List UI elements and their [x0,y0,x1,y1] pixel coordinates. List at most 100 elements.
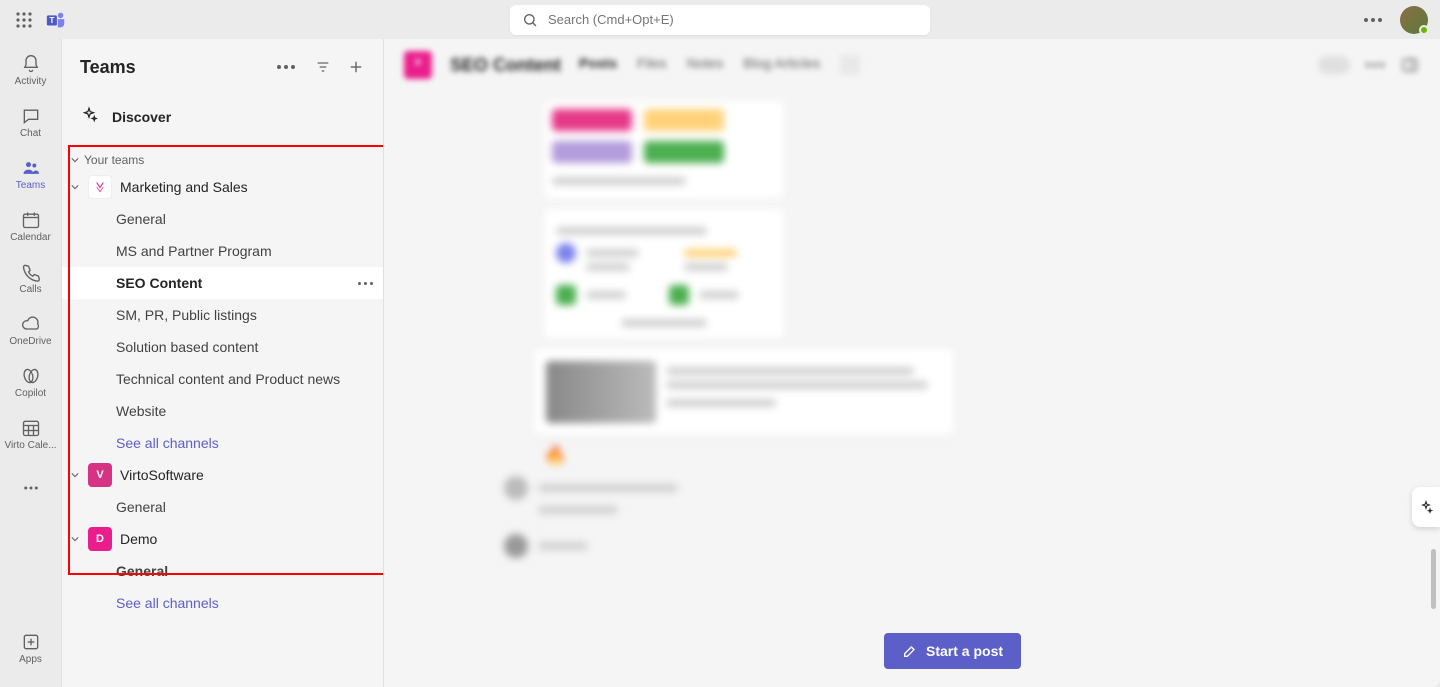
rail-copilot[interactable]: Copilot [3,357,59,407]
start-post-button[interactable]: Start a post [884,633,1021,669]
scrollbar[interactable] [1431,549,1436,609]
sparkle-icon [80,106,98,129]
app-rail: Activity Chat Teams Calendar Calls OneDr… [0,39,62,687]
channel-label: General [116,563,373,579]
create-team-icon[interactable] [347,58,365,76]
meet-toggle[interactable] [1318,56,1350,74]
svg-text:T: T [49,16,54,25]
channel-tabs: Posts Files Notes Blog Articles [579,55,860,75]
compose-icon [902,643,918,659]
more-icon [22,478,40,498]
calendar-icon [21,210,41,230]
rail-label: Calendar [10,232,51,243]
rail-label: Teams [16,180,45,191]
channel-row[interactable]: Website [62,395,383,427]
teams-tree: Your teams Marketing and Sales General MS … [62,139,383,619]
teams-panel: Teams Discover Your teams [62,39,384,687]
rail-chat[interactable]: Chat [3,97,59,147]
team-avatar [88,175,112,199]
cloud-icon [21,314,41,334]
open-pane-icon[interactable] [1400,55,1420,75]
teams-panel-title: Teams [80,57,273,78]
rail-label: Copilot [15,388,46,399]
teams-logo-icon: T [44,8,68,32]
discover-button[interactable]: Discover [62,95,383,139]
bell-icon [21,54,41,74]
channel-row[interactable]: SM, PR, Public listings [62,299,383,331]
channel-label: General [116,211,373,227]
channel-label: See all channels [116,435,373,451]
rail-label: Activity [15,76,47,87]
channel-header: SEO Content Posts Files Notes Blog Artic… [384,39,1440,91]
copilot-fab[interactable] [1412,487,1440,527]
team-name: Marketing and Sales [120,179,248,195]
rail-calls[interactable]: Calls [3,253,59,303]
channel-row[interactable]: General [62,491,383,523]
channel-row[interactable]: Solution based content [62,331,383,363]
add-tab-icon[interactable] [840,55,860,75]
chevron-down-icon [70,535,80,543]
channel-row[interactable]: MS and Partner Program [62,235,383,267]
channel-label: MS and Partner Program [116,243,373,259]
channel-row[interactable]: General [62,555,383,587]
channel-row[interactable]: SEO Content [62,267,383,299]
channel-row[interactable]: General [62,203,383,235]
channel-label: Technical content and Product news [116,371,373,387]
rail-calendar[interactable]: Calendar [3,201,59,251]
search-input[interactable] [510,5,930,35]
copilot-icon [21,366,41,386]
rail-label: OneDrive [9,336,51,347]
tab-posts[interactable]: Posts [579,55,617,75]
channel-label: SEO Content [116,275,358,291]
section-label: Your teams [84,153,144,167]
tab-files[interactable]: Files [637,55,667,75]
rail-label: Apps [19,654,42,665]
tab-notes[interactable]: Notes [687,55,724,75]
grid-calendar-icon [21,418,41,438]
team-row[interactable]: Marketing and Sales [62,171,383,203]
team-name: VirtoSoftware [120,467,204,483]
team-row[interactable]: D Demo [62,523,383,555]
rail-onedrive[interactable]: OneDrive [3,305,59,355]
rail-label: Chat [20,128,41,139]
your-teams-section[interactable]: Your teams [62,149,383,171]
team-avatar: D [88,527,112,551]
chevron-down-icon [70,156,80,164]
topbar-more-icon[interactable] [1360,14,1386,26]
team-avatar: V [88,463,112,487]
channel-label: See all channels [116,595,373,611]
rail-teams[interactable]: Teams [3,149,59,199]
top-bar: T [0,0,1440,39]
discover-label: Discover [112,109,171,125]
search-field[interactable] [548,12,918,27]
phone-icon [21,262,41,282]
see-all-channels-link[interactable]: See all channels [62,587,383,619]
see-all-channels-link[interactable]: See all channels [62,427,383,459]
channel-row[interactable]: Technical content and Product news [62,363,383,395]
channel-label: SM, PR, Public listings [116,307,373,323]
channel-label: Solution based content [116,339,373,355]
teams-more-icon[interactable] [273,61,299,73]
channel-feed-blurred: 🔥 [384,91,1440,687]
app-launcher-icon[interactable] [12,8,36,32]
user-avatar[interactable] [1400,6,1428,34]
rail-activity[interactable]: Activity [3,45,59,95]
tab-blog-articles[interactable]: Blog Articles [743,55,820,75]
people-icon [21,158,41,178]
filter-icon[interactable] [315,59,331,75]
apps-icon [21,632,41,652]
channel-more-icon[interactable] [358,282,373,285]
rail-label: Virto Cale... [4,440,56,451]
rail-virto-cale[interactable]: Virto Cale... [3,409,59,459]
channel-label: General [116,499,373,515]
rail-apps[interactable]: Apps [3,623,59,673]
presence-available-icon [1419,25,1429,35]
rail-label: Calls [19,284,41,295]
chat-icon [21,106,41,126]
team-name: Demo [120,531,157,547]
start-post-label: Start a post [926,643,1003,659]
channel-more-icon[interactable] [1362,59,1388,71]
rail-more[interactable] [3,463,59,513]
channel-title: SEO Content [450,55,561,76]
team-row[interactable]: V VirtoSoftware [62,459,383,491]
